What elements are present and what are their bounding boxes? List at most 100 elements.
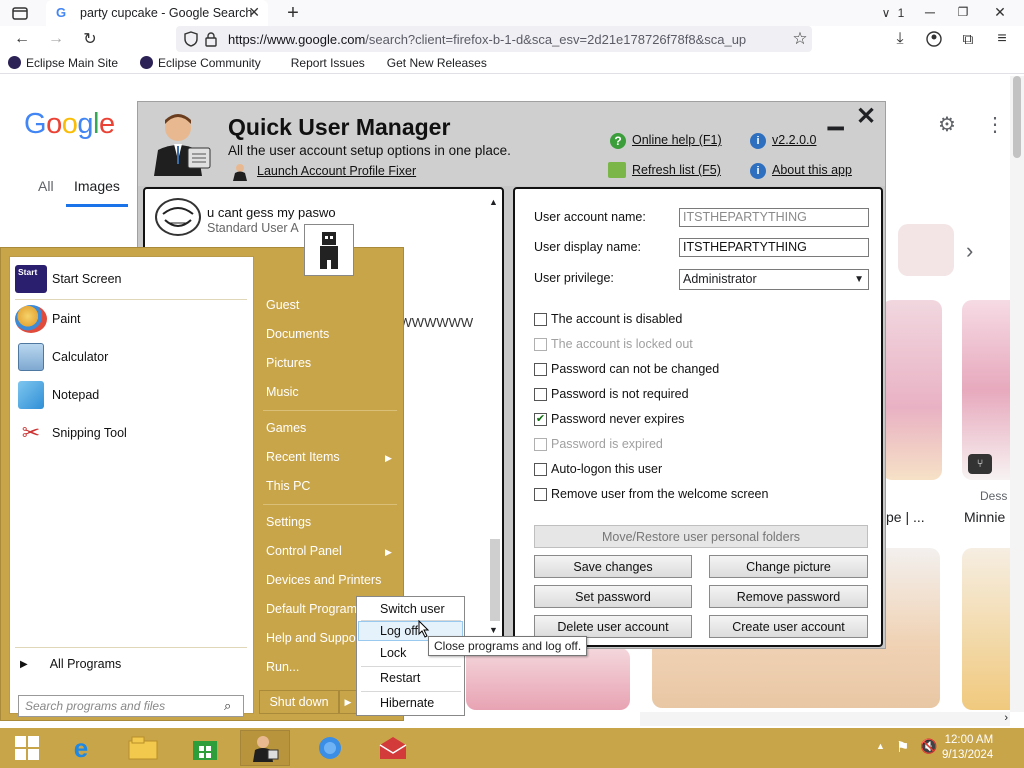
start-right-pictures[interactable]: Pictures	[266, 356, 311, 370]
search-icon[interactable]: ⌕	[224, 698, 231, 714]
tab-list-icon[interactable]	[10, 4, 30, 22]
back-arrow-icon[interactable]: ←	[12, 29, 32, 49]
checkbox-box[interactable]	[534, 462, 547, 476]
account-icon[interactable]	[924, 29, 944, 49]
scroll-up-icon[interactable]: ▲	[489, 197, 498, 207]
change-picture-button[interactable]: Change picture	[709, 555, 868, 578]
bookmark-star-icon[interactable]: ☆	[790, 29, 810, 49]
settings-gear-icon[interactable]: ⚙	[938, 112, 956, 137]
version-link[interactable]: v2.2.0.0	[772, 133, 816, 147]
volume-muted-icon[interactable]: 🔇	[920, 738, 937, 755]
account-name-field[interactable]: ITSTHEPARTYTHING	[679, 208, 869, 227]
app-taskbar-icon-blue[interactable]	[305, 730, 355, 766]
start-item-paint[interactable]: Paint	[15, 305, 81, 333]
windows-start-button[interactable]	[2, 730, 52, 766]
start-item-calculator[interactable]: Calculator	[15, 343, 108, 371]
all-programs[interactable]: ▶ All Programs	[20, 657, 121, 671]
start-right-guest[interactable]: Guest	[266, 298, 299, 312]
checkbox-password-cannot-change[interactable]: Password can not be changed	[534, 362, 719, 376]
extensions-puzzle-icon[interactable]: ⧉	[958, 29, 978, 49]
page-scrollbar[interactable]	[1010, 76, 1024, 712]
save-changes-button[interactable]: Save changes	[534, 555, 692, 578]
checkbox-auto-logon[interactable]: Auto-logon this user	[534, 462, 662, 476]
scroll-right-icon[interactable]: ›	[1004, 712, 1008, 724]
checkbox-password-never-expires[interactable]: ✔ Password never expires	[534, 412, 684, 426]
menu-item-switch-user[interactable]: Switch user	[358, 599, 463, 619]
remove-password-button[interactable]: Remove password	[709, 585, 868, 608]
menu-item-restart[interactable]: Restart	[358, 668, 463, 688]
image-result-cupcake-pink[interactable]	[882, 300, 942, 480]
user-picture[interactable]	[304, 224, 354, 276]
start-item-snipping-tool[interactable]: ✂ Snipping Tool	[15, 419, 127, 447]
checkbox-box[interactable]	[534, 487, 547, 501]
image-caption[interactable]: pe | ...	[886, 509, 925, 525]
restore-window-icon[interactable]: ❐	[953, 3, 973, 21]
start-right-control-panel[interactable]: Control Panel	[266, 544, 342, 558]
app-taskbar-icon-red[interactable]	[368, 730, 418, 766]
clock[interactable]: 12:00 AM 9/13/2024	[942, 733, 993, 763]
new-tab-icon[interactable]: +	[284, 2, 302, 24]
create-user-account-button[interactable]: Create user account	[709, 615, 868, 638]
start-right-devices-printers[interactable]: Devices and Printers	[266, 573, 381, 587]
about-app-link[interactable]: About this app	[772, 163, 852, 177]
hamburger-menu-icon[interactable]: ≡	[992, 29, 1012, 49]
bookmark-get-new-releases[interactable]: Get New Releases	[387, 56, 487, 70]
lock-icon[interactable]	[203, 30, 219, 48]
privilege-select[interactable]: Administrator ▼	[679, 269, 869, 290]
action-center-flag-icon[interactable]: ⚑	[896, 738, 909, 756]
qum-minimize-icon[interactable]: ▁	[828, 106, 843, 131]
start-item-start-screen[interactable]: Start Start Screen	[15, 265, 121, 293]
delete-user-account-button[interactable]: Delete user account	[534, 615, 692, 638]
refresh-list-link[interactable]: Refresh list (F5)	[632, 163, 721, 177]
start-right-games[interactable]: Games	[266, 421, 306, 435]
launch-profile-fixer-link[interactable]: Launch Account Profile Fixer	[257, 164, 416, 178]
google-tab-all[interactable]: All	[38, 178, 54, 194]
qum-close-icon[interactable]: ✕	[856, 102, 876, 131]
shut-down-options-arrow[interactable]: ▶	[339, 690, 357, 714]
start-right-recent-items[interactable]: Recent Items	[266, 450, 340, 464]
forward-arrow-icon[interactable]: →	[46, 29, 66, 49]
set-password-button[interactable]: Set password	[534, 585, 692, 608]
image-result-donuts[interactable]	[466, 648, 630, 710]
checkbox-box[interactable]	[534, 312, 547, 326]
image-caption[interactable]: Dess	[980, 489, 1007, 503]
close-window-icon[interactable]: ✕	[990, 3, 1010, 21]
bookmark-eclipse-main-site[interactable]: Eclipse Main Site	[8, 56, 118, 70]
google-logo[interactable]: Google	[24, 108, 115, 141]
downloads-icon[interactable]: ⤓	[890, 29, 910, 49]
scroll-down-icon[interactable]: ▼	[489, 625, 498, 635]
quick-user-manager-taskbar-icon[interactable]	[240, 730, 290, 766]
start-item-notepad[interactable]: Notepad	[15, 381, 99, 409]
reload-icon[interactable]: ↻	[80, 29, 100, 49]
file-explorer-icon[interactable]	[118, 730, 168, 766]
tray-overflow-icon[interactable]: ▲	[876, 741, 885, 751]
tab-overflow-chevron-icon[interactable]: ∨	[878, 3, 894, 23]
start-right-this-pc[interactable]: This PC	[266, 479, 310, 493]
horizontal-scrollbar[interactable]: ›	[640, 712, 1010, 726]
internet-explorer-icon[interactable]: e	[56, 730, 106, 766]
minimize-window-icon[interactable]: ─	[920, 3, 940, 21]
tab-google-search[interactable]: G party cupcake - Google Search ✕	[46, 0, 268, 26]
google-tab-images[interactable]: Images	[74, 178, 120, 194]
start-right-run[interactable]: Run...	[266, 660, 299, 674]
start-right-music[interactable]: Music	[266, 385, 299, 399]
bookmark-report-issues[interactable]: Report Issues	[291, 56, 365, 70]
start-right-default-programs[interactable]: Default Programs	[266, 602, 363, 616]
tab-close-icon[interactable]: ✕	[248, 4, 260, 21]
image-caption[interactable]: Minnie	[964, 509, 1005, 525]
shut-down-button[interactable]: Shut down	[259, 690, 339, 714]
user-list-item-name[interactable]: u cant gess my paswo	[207, 205, 336, 220]
checkbox-box-checked[interactable]: ✔	[534, 412, 547, 426]
store-icon[interactable]	[180, 730, 230, 766]
chip-thumbnail[interactable]	[898, 224, 954, 276]
checkbox-box[interactable]	[534, 387, 547, 401]
start-right-settings[interactable]: Settings	[266, 515, 311, 529]
checkbox-box[interactable]	[534, 362, 547, 376]
checkbox-remove-from-welcome[interactable]: Remove user from the welcome screen	[534, 487, 768, 501]
display-name-field[interactable]: ITSTHEPARTYTHING	[679, 238, 869, 257]
menu-item-hibernate[interactable]: Hibernate	[358, 693, 463, 713]
user-list-scroll-thumb[interactable]	[490, 539, 500, 621]
url-bar[interactable]: https://www.google.com/search?client=fir…	[176, 26, 812, 52]
shield-icon[interactable]	[182, 30, 200, 48]
start-right-help-support[interactable]: Help and Support	[266, 631, 363, 645]
